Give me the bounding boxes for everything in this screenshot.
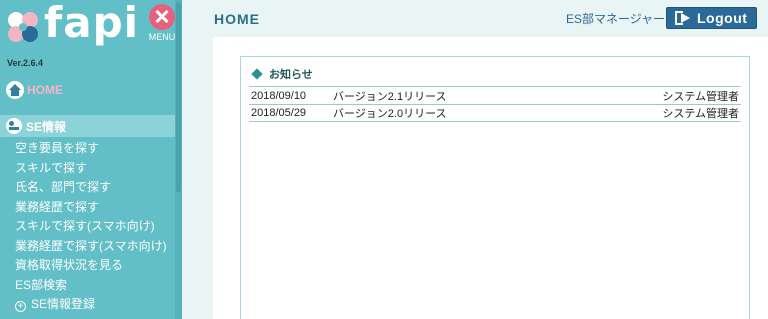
diamond-icon — [251, 68, 263, 80]
news-row[interactable]: 2018/05/29 バージョン2.0リリース システム管理者 — [249, 104, 741, 122]
sidebar: fapi MENU Ver.2.6.4 HOME SE情報 空き要員を探す スキ… — [0, 0, 182, 319]
news-title[interactable]: バージョン2.1リリース — [333, 88, 662, 104]
news-date: 2018/05/29 — [251, 107, 307, 119]
sidebar-item-se-register-label: SE情報登録 — [31, 297, 96, 311]
home-icon — [6, 81, 24, 99]
news-title[interactable]: バージョン2.0リリース — [333, 105, 662, 121]
news-heading-label: お知らせ — [269, 69, 313, 81]
sidebar-item-se-register[interactable]: + SE情報登録 — [15, 295, 167, 315]
sidebar-section-label: SE情報 — [26, 119, 67, 134]
brand-name: fapi — [44, 0, 140, 47]
news-list: 2018/09/10 バージョン2.1リリース システム管理者 2018/05/… — [249, 86, 741, 122]
puzzle-logo-icon — [8, 12, 38, 42]
sidebar-item-home[interactable]: HOME — [6, 80, 63, 100]
logout-icon — [675, 11, 691, 25]
close-icon — [149, 4, 175, 30]
sidebar-item-search-name[interactable]: 氏名、部門で探す — [15, 178, 167, 198]
logout-button[interactable]: Logout — [666, 7, 757, 29]
page-title: HOME — [214, 11, 260, 27]
logout-label: Logout — [697, 10, 748, 26]
sidebar-nav: 空き要員を探す スキルで探す 氏名、部門で探す 業務経歴で探す スキルで探す(ス… — [15, 139, 167, 315]
sidebar-item-search-career[interactable]: 業務経歴で探す — [15, 198, 167, 218]
sidebar-item-search-skill[interactable]: スキルで探す — [15, 159, 167, 179]
news-date: 2018/09/10 — [251, 89, 307, 102]
sidebar-item-certifications[interactable]: 資格取得状況を見る — [15, 256, 167, 276]
news-row[interactable]: 2018/09/10 バージョン2.1リリース システム管理者 — [249, 86, 741, 104]
version-label: Ver.2.6.4 — [7, 58, 44, 68]
sidebar-item-es-search[interactable]: ES部検索 — [15, 276, 167, 296]
sidebar-item-find-available[interactable]: 空き要員を探す — [15, 139, 167, 159]
app-logo[interactable]: fapi — [6, 0, 138, 54]
expand-plus-icon: + — [15, 301, 26, 312]
sidebar-item-search-career-mobile[interactable]: 業務経歴で探す(スマホ向け) — [15, 237, 167, 257]
menu-label: MENU — [148, 32, 176, 42]
menu-toggle-button[interactable]: MENU — [147, 4, 177, 48]
news-panel: お知らせ 2018/09/10 バージョン2.1リリース システム管理者 201… — [240, 56, 750, 319]
news-author: システム管理者 — [662, 108, 739, 120]
user-role-label: ES部マネージャー — [566, 12, 666, 26]
sidebar-section-se-info[interactable]: SE情報 — [0, 115, 175, 137]
news-author: システム管理者 — [662, 90, 739, 103]
sidebar-item-search-skill-mobile[interactable]: スキルで探す(スマホ向け) — [15, 217, 167, 237]
user-card-icon — [6, 118, 22, 134]
sidebar-home-label: HOME — [27, 83, 63, 97]
news-heading: お知らせ — [251, 66, 313, 82]
